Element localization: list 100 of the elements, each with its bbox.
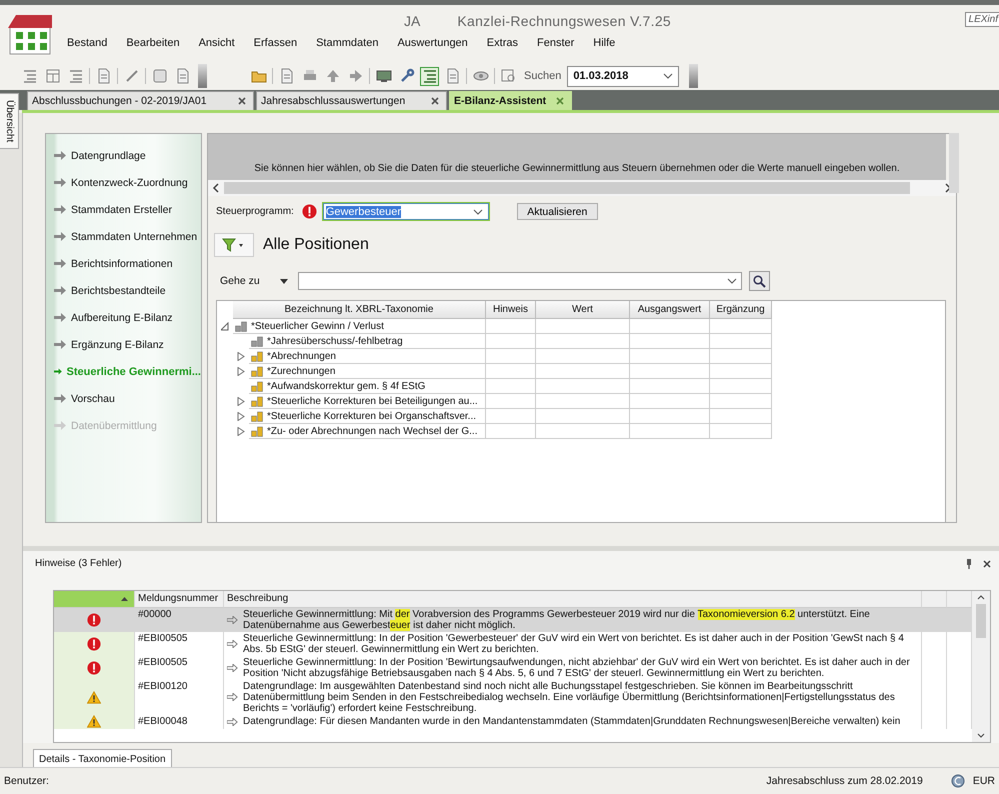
message-row[interactable]: #EBI00048 Datengrundlage: Für diesen Mandanten wurde in den Mandantenstammdaten (Stammdaten|Grunddaten Rechnungswesen|Bereiche verwalten) kein	[54, 714, 970, 729]
scroll-left-icon[interactable]	[212, 183, 220, 193]
wizard-step[interactable]: Stammdaten Unternehmen	[46, 223, 201, 250]
arrow-right-icon	[227, 718, 238, 726]
filter-icon[interactable]	[222, 238, 246, 252]
expand-icon[interactable]	[237, 367, 245, 376]
side-tab[interactable]: Übersicht	[0, 93, 19, 150]
menu-item[interactable]: Hilfe	[593, 37, 628, 49]
tree-cell[interactable]: *Aufwandskorrektur gem. § 4f EStG	[249, 379, 486, 394]
menu-item[interactable]: Ansicht	[198, 37, 248, 49]
arrow-right-icon	[227, 693, 238, 702]
tree-cell[interactable]: *Zu- oder Abrechnungen nach Wechsel der G...	[249, 424, 486, 439]
column-header[interactable]: Ergänzung	[710, 301, 772, 319]
menu-item[interactable]: Erfassen	[254, 37, 310, 49]
arrow-right-icon	[54, 232, 67, 241]
scroll-thumb[interactable]	[224, 182, 910, 194]
column-header[interactable]: Ausgangswert	[630, 301, 710, 319]
wizard-step[interactable]: Datengrundlage	[46, 142, 201, 169]
arrow-right-icon	[54, 151, 67, 160]
wizard-step[interactable]: Aufbereitung E-Bilanz	[46, 304, 201, 331]
message-row[interactable]	[54, 656, 970, 680]
goto-field[interactable]	[298, 272, 742, 290]
filter-button[interactable]	[214, 233, 254, 257]
column-header[interactable]: Hinweis	[486, 301, 536, 319]
panel-tab[interactable]: Details - Taxonomie-Position	[33, 749, 172, 767]
column-header[interactable]: Wert	[536, 301, 630, 319]
close-icon[interactable]	[238, 97, 246, 105]
table-cell	[710, 394, 772, 409]
date-dropdown[interactable]: 01.03.2018	[567, 66, 680, 86]
menu-item[interactable]: Bestand	[67, 37, 120, 49]
expand-icon[interactable]	[237, 427, 245, 436]
caret-icon[interactable]	[280, 278, 288, 284]
caret-icon[interactable]	[727, 278, 737, 284]
message-code: #EBI00048	[135, 714, 224, 729]
menu-item[interactable]: Bearbeiten	[126, 37, 193, 49]
view-title: Alle Positionen	[263, 236, 369, 254]
table-cell	[486, 379, 536, 394]
scroll-thumb[interactable]	[976, 604, 986, 638]
indent-icon[interactable]	[420, 66, 439, 86]
overflow-button[interactable]	[198, 64, 207, 88]
tree-cell[interactable]: *Steuerliche Korrekturen bei Beteiligungen au...	[249, 394, 486, 409]
expand-icon[interactable]	[237, 397, 245, 406]
table-cell	[710, 409, 772, 424]
search-button[interactable]	[749, 271, 770, 291]
collapse-icon[interactable]	[221, 322, 229, 331]
arrow-right-icon	[54, 259, 67, 268]
scroll-right-icon[interactable]	[944, 183, 952, 193]
window-title: JA	[404, 13, 420, 29]
table-cell	[947, 608, 972, 632]
scrollbar[interactable]	[949, 133, 959, 193]
menu-item[interactable]: Fenster	[536, 37, 588, 49]
overflow-button[interactable]	[689, 64, 698, 88]
message-row[interactable]	[54, 632, 970, 656]
document-tab[interactable]: E-Bilanz-Assistent	[449, 91, 572, 110]
arrow-right-icon	[54, 394, 67, 403]
menu-item[interactable]: Auswertungen	[397, 37, 481, 49]
pin-icon[interactable]	[965, 558, 973, 569]
close-icon[interactable]	[983, 560, 991, 568]
message-text: Steuerliche Gewinnermittlung: In der Position 'Bewirtungsaufwendungen, nicht abziehbar' der GuV wird ein Wert von berichtet. Es ist daher auch in der Position 'Nicht abzugsfähige Betriebsausgaben nach § 4 Abs. 5, 6 und 7 EStG' der steuerl. Gewinnermittlung ein Wert zu berichten.	[243, 656, 911, 679]
scrollbar[interactable]	[208, 180, 956, 196]
wizard-step[interactable]: Kontenzweck-Zuordnung	[46, 169, 201, 196]
goto-dropdown[interactable]: Gehe zu	[220, 275, 298, 287]
scroll-down-icon[interactable]	[977, 733, 985, 738]
expand-icon[interactable]	[237, 412, 245, 421]
table-cell	[486, 349, 536, 364]
arrow-right-icon	[227, 664, 238, 672]
tree-cell[interactable]: *Zurechnungen	[249, 364, 486, 379]
search-icon[interactable]	[753, 274, 766, 288]
search-label: Suchen	[524, 70, 562, 82]
table-cell	[486, 394, 536, 409]
tree-cell[interactable]: *Steuerliche Korrekturen bei Organschaftsver...	[249, 409, 486, 424]
program-dropdown[interactable]: Gewerbesteuer	[322, 203, 489, 220]
wizard-step[interactable]: Berichtsinformationen	[46, 250, 201, 277]
expand-icon[interactable]	[237, 352, 245, 361]
scrollbar[interactable]	[972, 590, 990, 742]
wizard-step[interactable]: Vorschau	[46, 385, 201, 412]
caret-icon[interactable]	[663, 73, 674, 79]
table-cell	[486, 364, 536, 379]
wizard-step[interactable]: Berichtsbestandteile	[46, 277, 201, 304]
tree-cell[interactable]: *Abrechnungen	[249, 349, 486, 364]
column-header[interactable]: Beschreibung	[224, 590, 922, 608]
scroll-up-icon[interactable]	[977, 594, 985, 600]
document-tab[interactable]: Jahresabschlussauswertungen	[256, 91, 447, 110]
caret-icon[interactable]	[472, 208, 483, 214]
tree-cell[interactable]: *Steuerlicher Gewinn / Verlust	[233, 319, 486, 334]
menu-item[interactable]: Extras	[486, 37, 531, 49]
info-text: Sie können hier wählen, ob Sie die Daten für die steuerliche Gewinnermittlung aus Steuern übernehmen oder die Werte manuell eingeben wollen.	[254, 163, 900, 174]
document-tab[interactable]: Abschlussbuchungen - 02-2019/JA01	[27, 91, 254, 110]
currency-label: EUR	[972, 775, 995, 787]
tree-cell[interactable]: *Jahresüberschuss/-fehlbetrag	[249, 334, 486, 349]
column-header[interactable]: Bezeichnung lt. XBRL-Taxonomie	[233, 301, 486, 319]
column-header[interactable]: Meldungsnummer	[135, 590, 224, 608]
wizard-step[interactable]: Ergänzung E-Bilanz	[46, 331, 201, 358]
wizard-step[interactable]: Stammdaten Ersteller	[46, 196, 201, 223]
message-code: #EBI00120	[135, 680, 224, 715]
refresh-button[interactable]: Aktualisieren	[516, 203, 598, 220]
arrow-right-icon	[54, 313, 67, 322]
message-row[interactable]	[54, 680, 970, 715]
close-icon[interactable]	[431, 97, 439, 105]
menu-item[interactable]: Stammdaten	[316, 37, 392, 49]
